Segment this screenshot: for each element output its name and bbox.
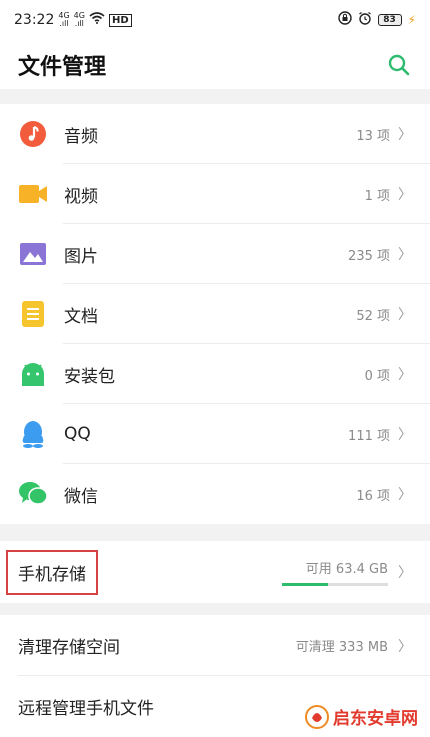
alarm-clock-icon xyxy=(358,11,372,29)
chevron-right-icon: 〉 xyxy=(398,565,412,581)
clean-storage-amount: 可清理 333 MB xyxy=(295,640,388,655)
document-icon xyxy=(18,299,48,329)
clean-storage-label: 清理存储空间 xyxy=(18,638,120,658)
image-icon xyxy=(18,239,48,269)
storage-usage-fill xyxy=(282,583,328,586)
signal-4g-icon-2: 4G .ıll xyxy=(73,11,85,28)
category-count: 1 项 xyxy=(364,188,390,204)
category-label: 音频 xyxy=(64,126,98,147)
qq-icon xyxy=(18,419,48,449)
category-label: 视频 xyxy=(64,186,98,207)
chevron-right-icon: 〉 xyxy=(398,127,412,143)
category-item-audio[interactable]: 音频 13 项 〉 xyxy=(0,104,430,164)
search-icon xyxy=(388,54,410,75)
storage-info: 可用 63.4 GB xyxy=(282,558,388,586)
search-button[interactable] xyxy=(386,52,412,78)
phone-storage-item[interactable]: 手机存储 可用 63.4 GB 〉 xyxy=(0,541,430,603)
category-label: 图片 xyxy=(64,246,98,267)
status-bar: 23:22 4G .ıll 4G .ıll HD 83 ⚡ xyxy=(0,0,430,40)
storage-available: 可用 63.4 GB xyxy=(305,562,388,577)
music-icon xyxy=(18,119,48,149)
category-count: 13 项 xyxy=(356,128,390,144)
android-icon xyxy=(18,359,48,389)
category-label: QQ xyxy=(64,424,91,444)
watermark-text: 启东安卓网 xyxy=(333,709,418,729)
chevron-right-icon: 〉 xyxy=(398,307,412,323)
wifi-icon xyxy=(89,12,105,28)
category-label: 安装包 xyxy=(64,366,115,387)
signal-4g-icon-1: 4G .ıll xyxy=(58,11,70,28)
category-item-image[interactable]: 图片 235 项 〉 xyxy=(0,224,430,284)
category-list: 音频 13 项 〉 视频 1 项 〉 图片 235 项 〉 文档 52 项 〉 xyxy=(0,104,430,524)
phone-storage-label: 手机存储 xyxy=(6,549,98,595)
category-count: 16 项 xyxy=(356,488,390,504)
chevron-right-icon: 〉 xyxy=(398,487,412,503)
category-count: 111 项 xyxy=(348,428,390,444)
category-item-document[interactable]: 文档 52 项 〉 xyxy=(0,284,430,344)
watermark: 启东安卓网 xyxy=(299,702,424,731)
category-item-wechat[interactable]: 微信 16 项 〉 xyxy=(0,464,430,524)
video-icon xyxy=(18,179,48,209)
watermark-logo-icon xyxy=(305,704,329,729)
hd-network-icon: HD xyxy=(108,13,132,27)
status-right: 83 ⚡ xyxy=(337,11,416,29)
category-count: 235 项 xyxy=(348,248,390,264)
category-count: 0 项 xyxy=(364,368,390,384)
category-item-video[interactable]: 视频 1 项 〉 xyxy=(0,164,430,224)
chevron-right-icon: 〉 xyxy=(398,187,412,203)
wechat-icon xyxy=(18,479,48,509)
category-item-qq[interactable]: QQ 111 项 〉 xyxy=(0,404,430,464)
category-count: 52 项 xyxy=(356,308,390,324)
category-label: 文档 xyxy=(64,306,98,327)
storage-usage-bar xyxy=(282,583,388,586)
lock-rotation-icon xyxy=(337,11,352,29)
header: 文件管理 xyxy=(0,40,430,89)
category-item-apk[interactable]: 安装包 0 项 〉 xyxy=(0,344,430,404)
chevron-right-icon: 〉 xyxy=(398,427,412,443)
status-left: 23:22 4G .ıll 4G .ıll HD xyxy=(14,12,132,28)
status-time: 23:22 xyxy=(14,12,55,28)
chevron-right-icon: 〉 xyxy=(398,247,412,263)
charging-bolt-icon: ⚡ xyxy=(407,13,416,27)
battery-level: 83 xyxy=(383,15,396,25)
storage-right: 可用 63.4 GB 〉 xyxy=(282,558,412,586)
page-title: 文件管理 xyxy=(18,54,107,80)
chevron-right-icon: 〉 xyxy=(398,367,412,383)
battery-icon: 83 xyxy=(377,14,402,26)
category-label: 微信 xyxy=(64,486,98,507)
chevron-right-icon: 〉 xyxy=(398,638,412,655)
clean-storage-item[interactable]: 清理存储空间 可清理 333 MB 〉 xyxy=(0,615,430,676)
